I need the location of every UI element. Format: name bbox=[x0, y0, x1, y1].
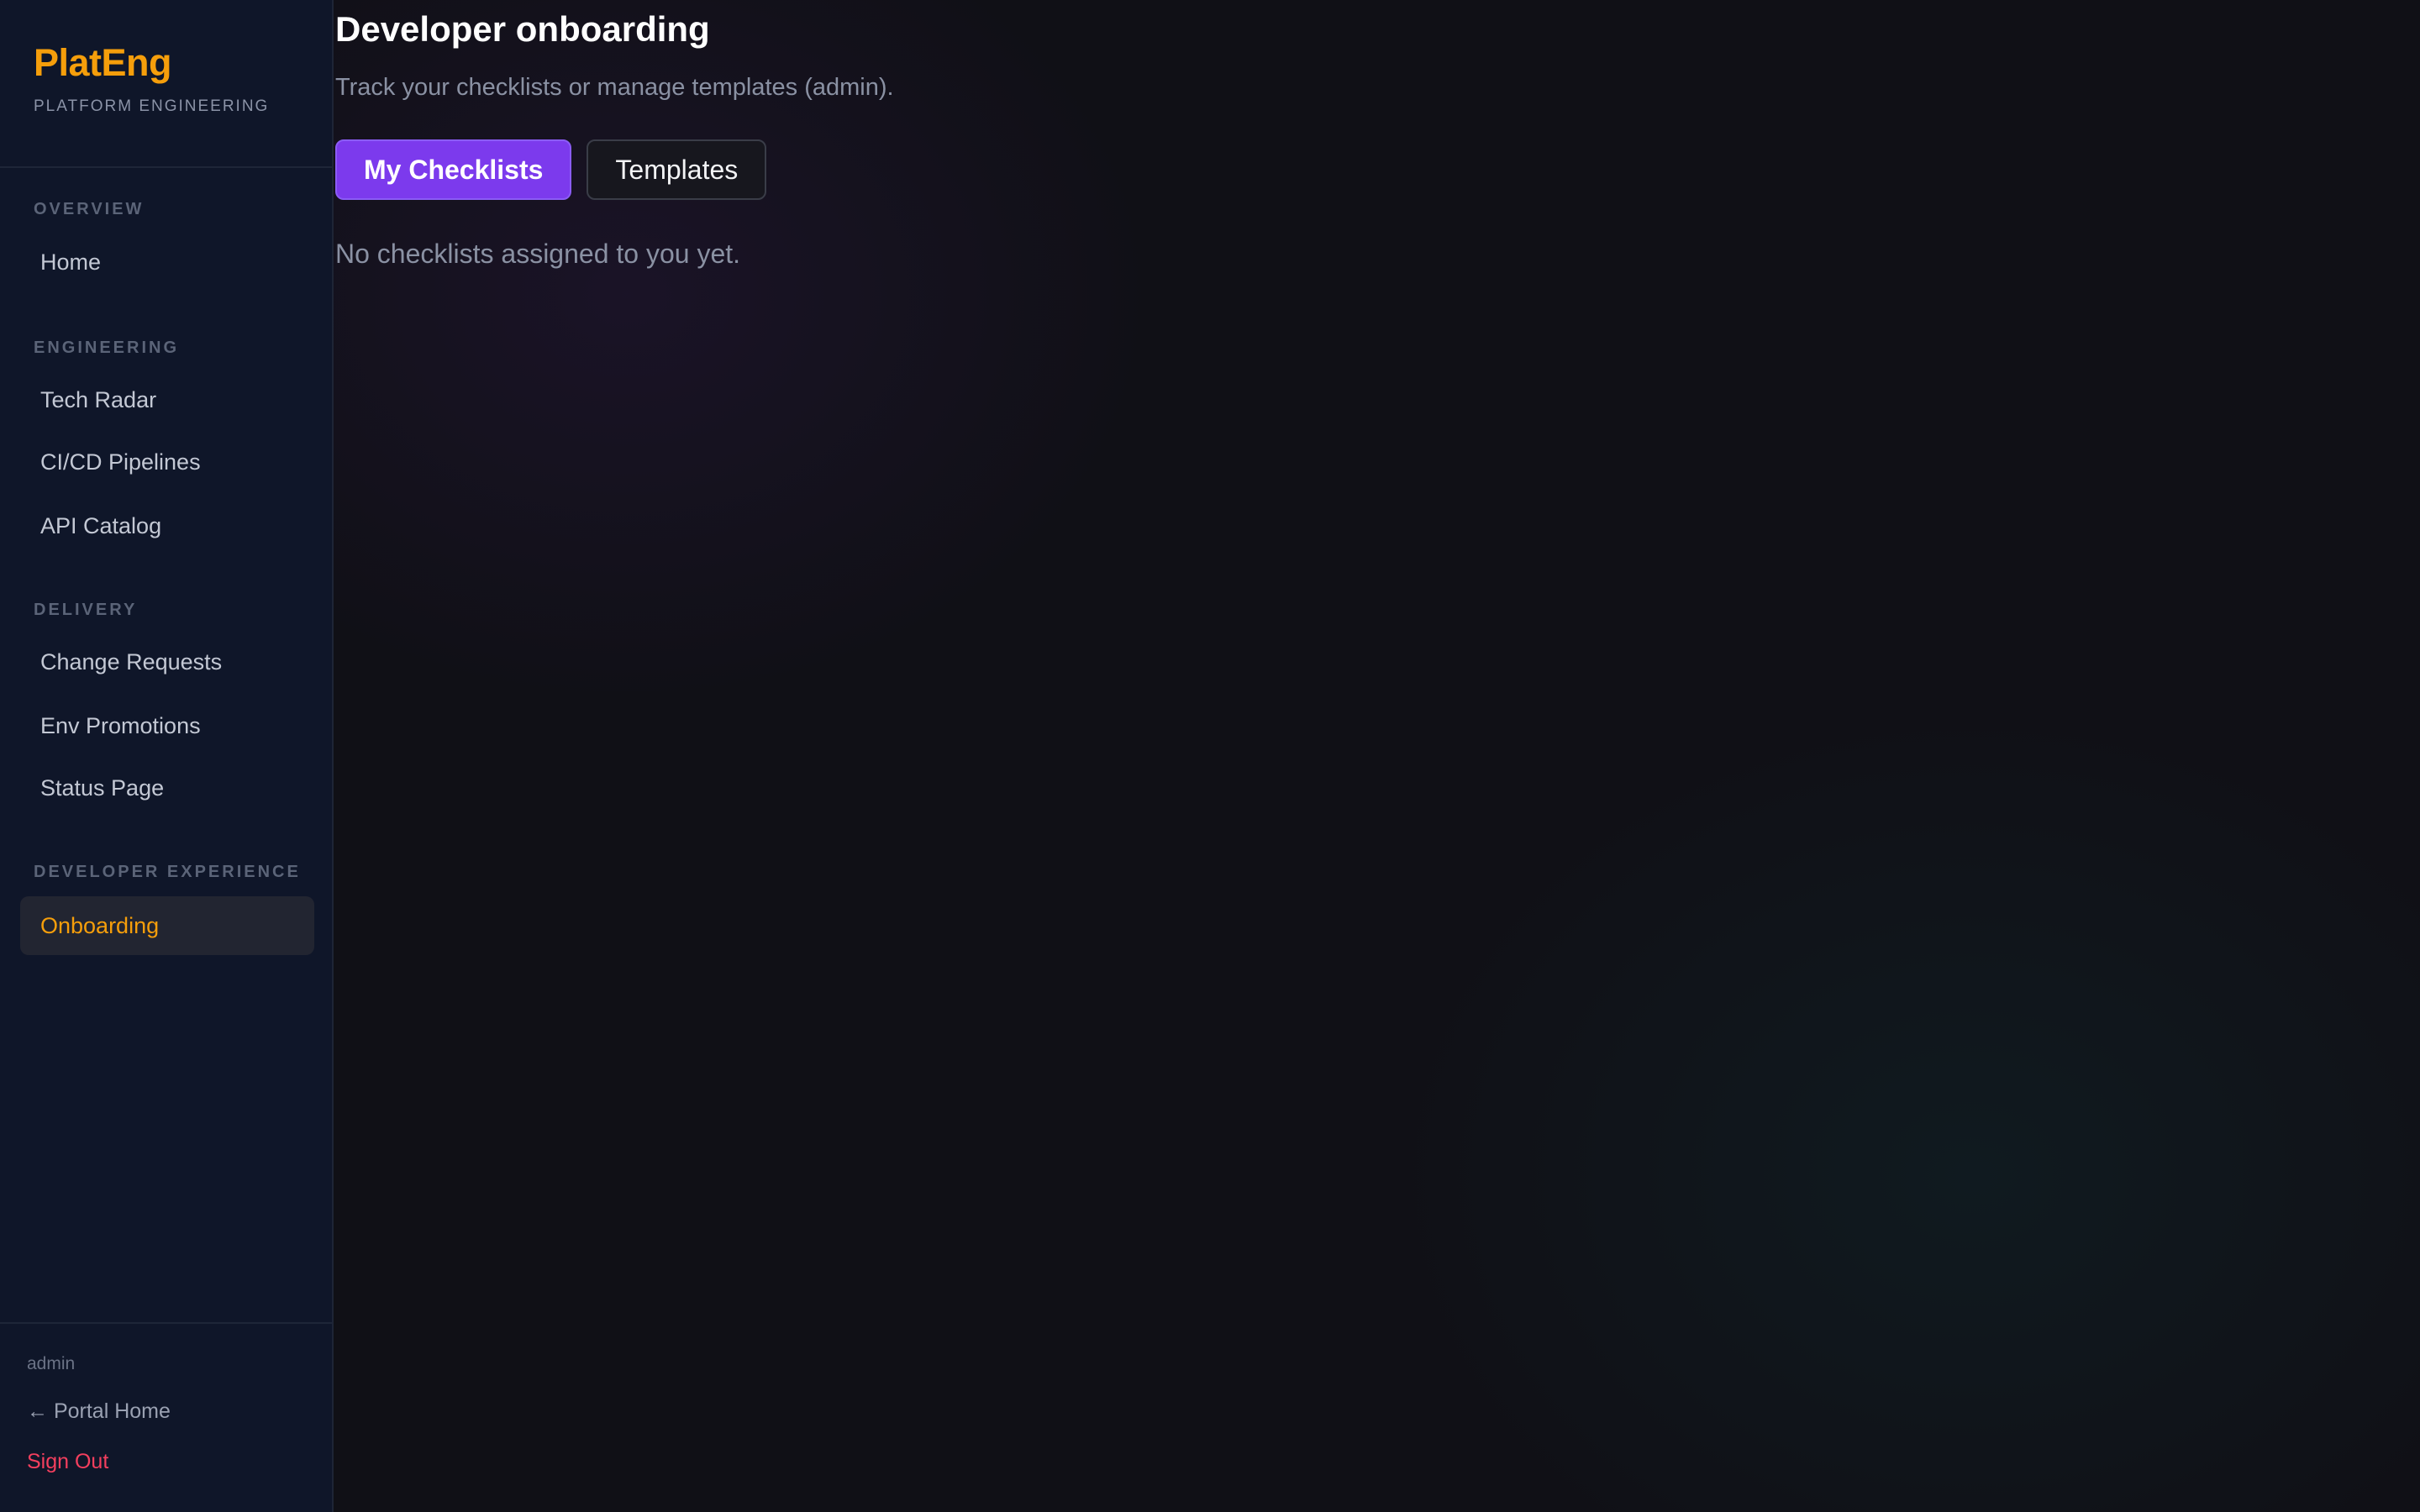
nav-section-engineering: ENGINEERING bbox=[0, 335, 332, 360]
page-subtitle: Track your checklists or manage template… bbox=[335, 74, 894, 101]
sidebar-footer: admin ← Portal Home Sign Out bbox=[0, 1322, 332, 1512]
sidebar-item-change-requests[interactable]: Change Requests bbox=[20, 633, 314, 691]
app-root: PlatEng PLATFORM ENGINEERING OVERVIEW Ho… bbox=[0, 0, 2420, 1512]
nav-section-delivery: DELIVERY bbox=[0, 597, 332, 622]
sidebar-item-status-page[interactable]: Status Page bbox=[20, 759, 314, 817]
nav-section-overview: OVERVIEW bbox=[0, 197, 332, 222]
section-label: ENGINEERING bbox=[34, 339, 180, 357]
section-label: OVERVIEW bbox=[34, 200, 145, 218]
brand-logo[interactable]: PlatEng bbox=[34, 39, 332, 87]
sidebar-item-cicd-pipelines[interactable]: CI/CD Pipelines bbox=[20, 433, 314, 491]
sidebar-item-env-promotions[interactable]: Env Promotions bbox=[20, 696, 314, 755]
main-content: Developer onboarding Track your checklis… bbox=[334, 0, 2420, 1512]
empty-state-message: No checklists assigned to you yet. bbox=[335, 239, 741, 269]
sidebar-item-onboarding[interactable]: Onboarding bbox=[20, 896, 314, 955]
tab-bar: My Checklists Templates bbox=[335, 139, 767, 200]
section-label: DELIVERY bbox=[34, 601, 138, 619]
page-title: Developer onboarding bbox=[335, 9, 710, 49]
sidebar-item-tech-radar[interactable]: Tech Radar bbox=[20, 370, 314, 429]
sidebar-item-api-catalog[interactable]: API Catalog bbox=[20, 496, 314, 555]
tab-templates[interactable]: Templates bbox=[587, 139, 767, 200]
brand: PlatEng PLATFORM ENGINEERING bbox=[0, 0, 332, 168]
portal-home-link[interactable]: ← Portal Home bbox=[27, 1399, 171, 1424]
brand-subtitle: PLATFORM ENGINEERING bbox=[34, 97, 270, 115]
nav-section-developer-experience: DEVELOPER EXPERIENCE bbox=[0, 859, 332, 885]
sidebar-item-home[interactable]: Home bbox=[20, 233, 314, 291]
sidebar: PlatEng PLATFORM ENGINEERING OVERVIEW Ho… bbox=[0, 0, 334, 1512]
section-label: DEVELOPER EXPERIENCE bbox=[34, 863, 301, 881]
tab-my-checklists[interactable]: My Checklists bbox=[335, 139, 572, 200]
current-user: admin bbox=[27, 1354, 76, 1373]
sign-out-link[interactable]: Sign Out bbox=[27, 1450, 108, 1474]
